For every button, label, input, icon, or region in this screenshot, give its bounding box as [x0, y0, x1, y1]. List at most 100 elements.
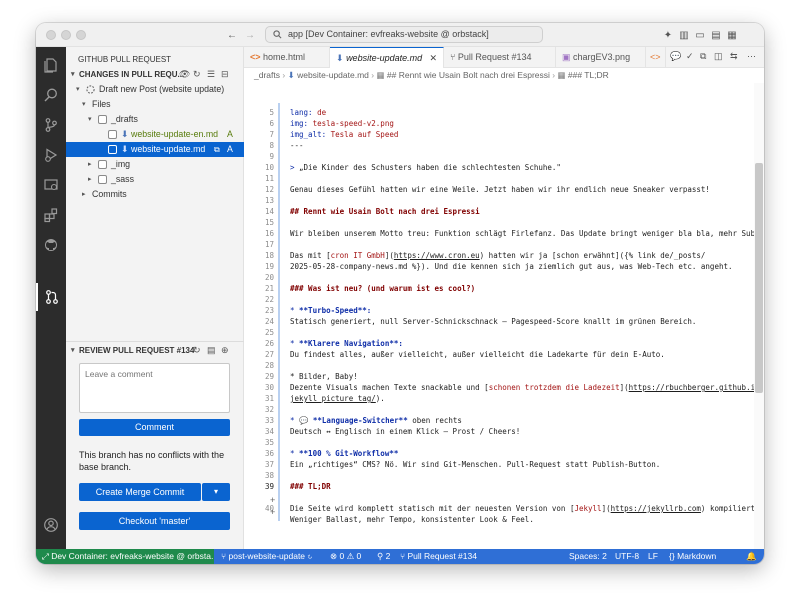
checkout-button[interactable]: Checkout 'master': [79, 512, 230, 530]
open-changes-icon[interactable]: ⇆: [730, 51, 738, 62]
more-actions-icon[interactable]: ⋯: [747, 51, 756, 62]
copilot-icon[interactable]: ✦: [662, 28, 674, 42]
language-indicator[interactable]: {} Markdown: [669, 549, 716, 564]
code-line[interactable]: Das mit [cron IT GmbH](https://www.cron.…: [290, 251, 705, 260]
code-line[interactable]: lang: de: [290, 108, 326, 117]
refresh-icon[interactable]: ↻: [193, 343, 201, 358]
code-line[interactable]: > „Die Kinder des Schusters haben die sc…: [290, 163, 561, 172]
code-line[interactable]: Statisch generiert, null Server-Schnicks…: [290, 317, 696, 326]
explorer-icon[interactable]: [36, 51, 66, 79]
minimize-window-button[interactable]: [61, 30, 71, 40]
code-line[interactable]: Die Seite wird komplett statisch mit der…: [290, 504, 760, 513]
file-checkbox[interactable]: [108, 130, 117, 139]
close-window-button[interactable]: [46, 30, 56, 40]
folder-img[interactable]: ▸ _img: [66, 157, 244, 172]
merge-options-dropdown[interactable]: ▾: [202, 483, 230, 501]
code-line[interactable]: Deutsch ↔ Englisch in einem Klick – Pros…: [290, 427, 520, 436]
source-control-icon[interactable]: [36, 111, 66, 139]
code-line[interactable]: ### TL;DR: [290, 482, 331, 491]
indentation-indicator[interactable]: Spaces: 2: [569, 549, 607, 564]
breadcrumb-heading-2[interactable]: ## Rennt wie Usain Bolt nach drei Espres…: [387, 70, 550, 80]
forward-arrow-icon[interactable]: →: [244, 28, 256, 42]
command-center[interactable]: app [Dev Container: evfreaks-website @ o…: [265, 26, 543, 43]
create-merge-commit-button[interactable]: Create Merge Commit: [79, 483, 201, 501]
code-line[interactable]: jekyll_picture_tag/).: [290, 394, 385, 403]
tab-chargev3-png[interactable]: ▣ chargEV3.png: [556, 47, 646, 68]
split-editor-icon[interactable]: ◫: [714, 51, 723, 62]
code-line[interactable]: Ein „richtiges“ CMS? Nö. Wir sind Git-Me…: [290, 460, 660, 469]
customize-layout-icon[interactable]: ▦: [726, 28, 738, 42]
code-line[interactable]: * **100 % Git-Workflow**: [290, 449, 398, 458]
settings-gear-icon[interactable]: [36, 541, 66, 549]
code-line[interactable]: img_alt: Tesla auf Speed: [290, 130, 398, 139]
vertical-scrollbar[interactable]: [754, 83, 764, 549]
pull-request-icon[interactable]: [36, 283, 66, 311]
refresh-icon[interactable]: ↻: [193, 67, 201, 82]
comment-button[interactable]: Comment: [79, 419, 230, 436]
code-line[interactable]: Weniger Ballast, mehr Tempo, konsistente…: [290, 515, 534, 524]
scrollbar-thumb[interactable]: [755, 163, 763, 393]
breadcrumb-folder[interactable]: _drafts: [254, 70, 280, 80]
code-line[interactable]: * 💬 **Language-Switcher** oben rechts: [290, 416, 462, 425]
code-line[interactable]: ## Rennt wie Usain Bolt nach drei Espres…: [290, 207, 480, 216]
commits-tree-node[interactable]: ▸ Commits: [66, 187, 244, 202]
remote-explorer-icon[interactable]: [36, 171, 66, 199]
toggle-primary-sidebar-icon[interactable]: ▥: [678, 28, 690, 42]
branch-indicator[interactable]: ⑂ post-website-update ↻: [221, 549, 313, 564]
check-icon[interactable]: ✓: [686, 51, 694, 62]
code-line[interactable]: img: tesla-speed-v2.png: [290, 119, 394, 128]
open-file-icon[interactable]: ⧉: [214, 142, 220, 157]
comment-textarea[interactable]: [79, 363, 230, 413]
tab-home-html[interactable]: <> home.html: [244, 47, 330, 68]
github-icon[interactable]: [36, 231, 66, 259]
changes-section-header[interactable]: ▾ CHANGES IN PULL REQU... 👁 ↻ ☰ ⊟: [66, 67, 244, 82]
ports-indicator[interactable]: ⚲ 2: [377, 549, 390, 564]
breadcrumb-heading-3[interactable]: ### TL;DR: [568, 70, 609, 80]
back-arrow-icon[interactable]: ←: [226, 28, 238, 42]
extensions-icon[interactable]: [36, 201, 66, 229]
comment-icon[interactable]: 💬: [670, 51, 681, 62]
zoom-window-button[interactable]: [76, 30, 86, 40]
globe-icon[interactable]: ⊕: [221, 343, 229, 358]
eol-indicator[interactable]: LF: [648, 549, 658, 564]
code-line[interactable]: Dezente Visuals machen Texte snackable u…: [290, 383, 764, 392]
folder-sass[interactable]: ▸ _sass: [66, 172, 244, 187]
add-comment-icon[interactable]: +: [270, 495, 275, 505]
code-line[interactable]: * Bilder, Baby!: [290, 372, 358, 381]
code-line[interactable]: ### Was ist neu? (und warum ist es cool?…: [290, 284, 475, 293]
tab-pull-request[interactable]: ⑂ Pull Request #134: [444, 47, 556, 68]
breadcrumb-file[interactable]: website-update.md: [297, 70, 369, 80]
description-icon[interactable]: ▤: [207, 343, 216, 358]
tab-website-update-md[interactable]: ⬇ website-update.md ✕: [330, 47, 444, 68]
review-section-header[interactable]: ▾ REVIEW PULL REQUEST #134 ↻ ▤ ⊕: [66, 343, 244, 358]
code-line[interactable]: * **Turbo-Speed**:: [290, 306, 371, 315]
add-comment-icon[interactable]: +: [270, 507, 275, 517]
file-item-website-update-en[interactable]: ⬇ website-update-en.md A: [66, 127, 244, 142]
toggle-panel-icon[interactable]: ▭: [694, 28, 706, 42]
folder-checkbox[interactable]: [98, 115, 107, 124]
pr-indicator[interactable]: ⑂ Pull Request #134: [400, 549, 477, 564]
diff-icon[interactable]: ⧉: [700, 51, 706, 62]
account-icon[interactable]: [36, 511, 66, 539]
close-tab-icon[interactable]: ✕: [429, 48, 437, 68]
folder-drafts[interactable]: ▾ _drafts: [66, 112, 244, 127]
code-line[interactable]: Wir bleiben unserem Motto treu: Funktion…: [290, 229, 764, 238]
pr-tree-node[interactable]: ▾ Draft new Post (website update): [66, 82, 244, 97]
collapse-all-icon[interactable]: ⊟: [221, 67, 229, 82]
encoding-indicator[interactable]: UTF-8: [615, 549, 639, 564]
files-tree-node[interactable]: ▾ Files: [66, 97, 244, 112]
list-view-icon[interactable]: ☰: [207, 67, 215, 82]
run-debug-icon[interactable]: [36, 141, 66, 169]
eye-icon[interactable]: 👁: [179, 67, 190, 82]
problems-indicator[interactable]: ⊗ 0 ⚠ 0: [330, 549, 361, 564]
tab-overflow[interactable]: <>: [646, 47, 666, 68]
code-line[interactable]: * **Klarere Navigation**:: [290, 339, 403, 348]
toggle-secondary-sidebar-icon[interactable]: ▤: [710, 28, 722, 42]
file-item-website-update[interactable]: ⬇ website-update.md ⧉ A: [66, 142, 244, 157]
file-checkbox[interactable]: [108, 145, 117, 154]
notifications-icon[interactable]: 🔔: [746, 549, 757, 564]
folder-checkbox[interactable]: [98, 175, 107, 184]
code-line[interactable]: 2025-05-28-company-news.md %}). Und die …: [290, 262, 733, 271]
remote-indicator[interactable]: ⤢ Dev Container: evfreaks-website @ orbs…: [36, 549, 214, 564]
code-line[interactable]: ---: [290, 141, 304, 150]
